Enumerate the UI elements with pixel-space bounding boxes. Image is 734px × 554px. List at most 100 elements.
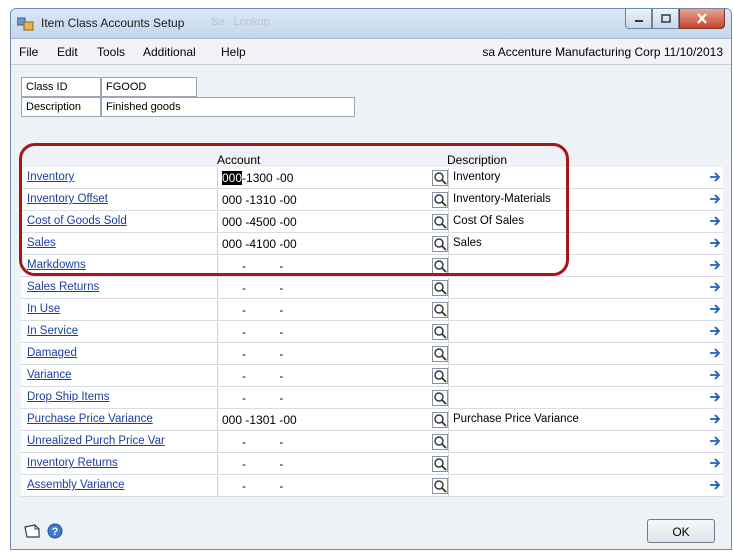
right-arrow-icon[interactable] (709, 324, 721, 338)
magnifier-icon[interactable] (432, 346, 448, 362)
account-number-field[interactable]: - - (217, 256, 429, 276)
account-description: Purchase Price Variance (448, 410, 708, 430)
account-link[interactable]: Inventory (27, 171, 74, 183)
magnifier-icon[interactable] (432, 258, 448, 274)
account-description (448, 366, 708, 386)
account-row: Drop Ship Items - - (21, 387, 723, 409)
account-link[interactable]: Drop Ship Items (27, 391, 109, 403)
account-description (448, 476, 708, 496)
right-arrow-icon[interactable] (709, 456, 721, 470)
account-number-field[interactable]: 000 -4500 -00 (217, 212, 429, 232)
right-arrow-icon[interactable] (709, 192, 721, 206)
account-link[interactable]: Assembly Variance (27, 479, 125, 491)
account-number-field[interactable]: - - (217, 432, 429, 452)
account-number-field[interactable]: - - (217, 344, 429, 364)
magnifier-icon[interactable] (432, 434, 448, 450)
right-arrow-icon[interactable] (709, 368, 721, 382)
account-number-field[interactable]: 000 -1301 -00 (217, 410, 429, 430)
account-link[interactable]: In Service (27, 325, 78, 337)
account-number-field[interactable]: - - (217, 454, 429, 474)
account-row: Inventory Returns - - (21, 453, 723, 475)
menu-bar: File Edit Tools Additional Help sa Accen… (11, 39, 731, 65)
right-arrow-icon[interactable] (709, 412, 721, 426)
account-link[interactable]: Markdowns (27, 259, 86, 271)
item-class-accounts-window: Item Class Accounts Setup Sa Lookup File… (10, 8, 732, 550)
account-number-field[interactable]: 000 -4100 -00 (217, 234, 429, 254)
right-arrow-icon[interactable] (709, 258, 721, 272)
account-number-text: - - (222, 369, 284, 383)
class-id-field[interactable]: FGOOD (101, 77, 197, 97)
account-number-text: - - (222, 479, 284, 493)
right-arrow-icon[interactable] (709, 280, 721, 294)
magnifier-icon[interactable] (432, 170, 448, 186)
minimize-button[interactable] (625, 9, 652, 29)
menu-file[interactable]: File (19, 45, 38, 59)
account-link[interactable]: Sales Returns (27, 281, 99, 293)
account-number-text: 000 -4100 -00 (222, 237, 297, 251)
magnifier-icon[interactable] (432, 214, 448, 230)
account-number-field[interactable]: 000 -1310 -00 (217, 190, 429, 210)
help-icon[interactable]: ? (47, 523, 63, 539)
minimize-icon (634, 19, 643, 22)
account-link[interactable]: Damaged (27, 347, 77, 359)
magnifier-icon[interactable] (432, 368, 448, 384)
right-arrow-icon[interactable] (709, 346, 721, 360)
right-arrow-icon[interactable] (709, 170, 721, 184)
magnifier-icon[interactable] (432, 456, 448, 472)
window-controls (625, 9, 725, 29)
account-number-field[interactable]: - - (217, 278, 429, 298)
account-row: Sales 000 -4100 -00 Sales (21, 233, 723, 255)
account-link[interactable]: Sales (27, 237, 56, 249)
magnifier-icon[interactable] (432, 302, 448, 318)
menu-edit[interactable]: Edit (57, 45, 78, 59)
account-row: Purchase Price Variance 000 -1301 -00 Purc… (21, 409, 723, 431)
magnifier-icon[interactable] (432, 412, 448, 428)
account-description: Inventory (448, 168, 708, 188)
account-number-field[interactable]: - - (217, 476, 429, 496)
note-icon[interactable] (23, 523, 41, 539)
right-arrow-icon[interactable] (709, 236, 721, 250)
account-link[interactable]: Inventory Offset (27, 193, 108, 205)
magnifier-icon[interactable] (432, 280, 448, 296)
account-link[interactable]: Unrealized Purch Price Var (27, 435, 165, 447)
account-row: Unrealized Purch Price Var - - (21, 431, 723, 453)
magnifier-icon[interactable] (432, 390, 448, 406)
account-number-text: 000 -4500 -00 (222, 215, 297, 229)
description-field[interactable]: Finished goods (101, 97, 355, 117)
account-number-field[interactable]: - - (217, 366, 429, 386)
account-link[interactable]: Variance (27, 369, 72, 381)
menu-tools[interactable]: Tools (97, 45, 125, 59)
class-header: Class ID FGOOD Description Finished good… (21, 77, 356, 125)
right-arrow-icon[interactable] (709, 390, 721, 404)
account-description: Inventory-Materials (448, 190, 708, 210)
maximize-button[interactable] (652, 9, 679, 29)
magnifier-icon[interactable] (432, 192, 448, 208)
account-description (448, 388, 708, 408)
ok-button[interactable]: OK (647, 519, 715, 543)
close-icon (697, 13, 707, 24)
right-arrow-icon[interactable] (709, 302, 721, 316)
account-number-field[interactable]: - - (217, 300, 429, 320)
class-id-label: Class ID (21, 77, 101, 97)
footer: ? OK (11, 517, 731, 549)
account-link[interactable]: In Use (27, 303, 60, 315)
magnifier-icon[interactable] (432, 478, 448, 494)
account-row: Sales Returns - - (21, 277, 723, 299)
account-number-text: - - (222, 457, 284, 471)
account-number-field[interactable]: - - (217, 388, 429, 408)
account-link[interactable]: Purchase Price Variance (27, 413, 153, 425)
right-arrow-icon[interactable] (709, 214, 721, 228)
close-button[interactable] (679, 9, 725, 29)
account-link[interactable]: Inventory Returns (27, 457, 118, 469)
right-arrow-icon[interactable] (709, 434, 721, 448)
account-link[interactable]: Cost of Goods Sold (27, 215, 127, 227)
account-number-field[interactable]: 000-1300 -00 (217, 168, 429, 188)
account-description: Cost Of Sales (448, 212, 708, 232)
menu-help[interactable]: Help (221, 45, 246, 59)
magnifier-icon[interactable] (432, 324, 448, 340)
account-segment-selected: 000 (222, 171, 243, 185)
menu-additional[interactable]: Additional (143, 45, 196, 59)
magnifier-icon[interactable] (432, 236, 448, 252)
account-number-field[interactable]: - - (217, 322, 429, 342)
right-arrow-icon[interactable] (709, 478, 721, 492)
